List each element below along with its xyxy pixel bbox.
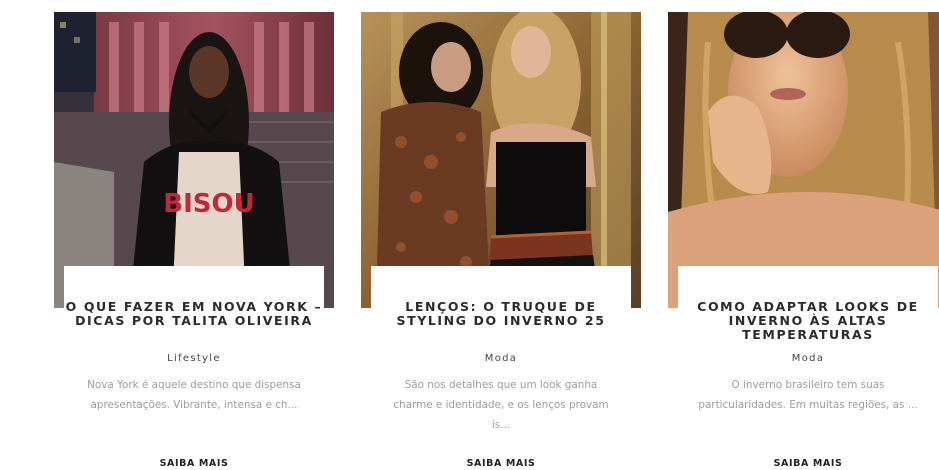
blog-card-category: Moda — [791, 353, 825, 364]
read-more-link[interactable]: SAIBA MAIS — [64, 458, 324, 469]
blog-card-excerpt: São nos detalhes que um look ganha charm… — [393, 379, 609, 431]
blog-card-text-panel: O QUE FAZER EM NOVA YORK – DICAS POR TAL… — [64, 266, 324, 470]
read-more-link[interactable]: SAIBA MAIS — [371, 458, 631, 469]
blog-card-title[interactable]: LENÇOS: O TRUQUE DE STYLING DO INVERNO 2… — [371, 300, 631, 328]
blog-card-text-panel: LENÇOS: O TRUQUE DE STYLING DO INVERNO 2… — [371, 266, 631, 470]
blog-card-photo[interactable]: BISOU — [54, 12, 334, 308]
blog-card-title[interactable]: COMO ADAPTAR LOOKS DE INVERNO ÀS ALTAS T… — [678, 300, 938, 342]
blog-card-excerpt: O inverno brasileiro tem suas particular… — [698, 379, 918, 411]
blog-card-category: Moda — [484, 353, 518, 364]
sweater-print-text: BISOU — [163, 189, 254, 219]
blog-card-lencos[interactable]: LENÇOS: O TRUQUE DE STYLING DO INVERNO 2… — [361, 12, 641, 470]
blog-card-text-panel: COMO ADAPTAR LOOKS DE INVERNO ÀS ALTAS T… — [678, 266, 938, 470]
blog-card-title[interactable]: O QUE FAZER EM NOVA YORK – DICAS POR TAL… — [64, 300, 324, 328]
blog-card-photo[interactable] — [361, 12, 641, 308]
read-more-link[interactable]: SAIBA MAIS — [678, 458, 938, 469]
blog-card-nova-york[interactable]: BISOU O QUE FAZER EM NOVA YORK – DICAS P… — [54, 12, 334, 470]
blog-card-category: Lifestyle — [167, 353, 221, 364]
blog-card-photo[interactable] — [668, 12, 939, 308]
blog-card-grid: BISOU O QUE FAZER EM NOVA YORK – DICAS P… — [0, 0, 939, 470]
blog-card-looks-inverno[interactable]: COMO ADAPTAR LOOKS DE INVERNO ÀS ALTAS T… — [668, 12, 939, 470]
blog-card-excerpt: Nova York é aquele destino que dispensa … — [87, 379, 301, 411]
